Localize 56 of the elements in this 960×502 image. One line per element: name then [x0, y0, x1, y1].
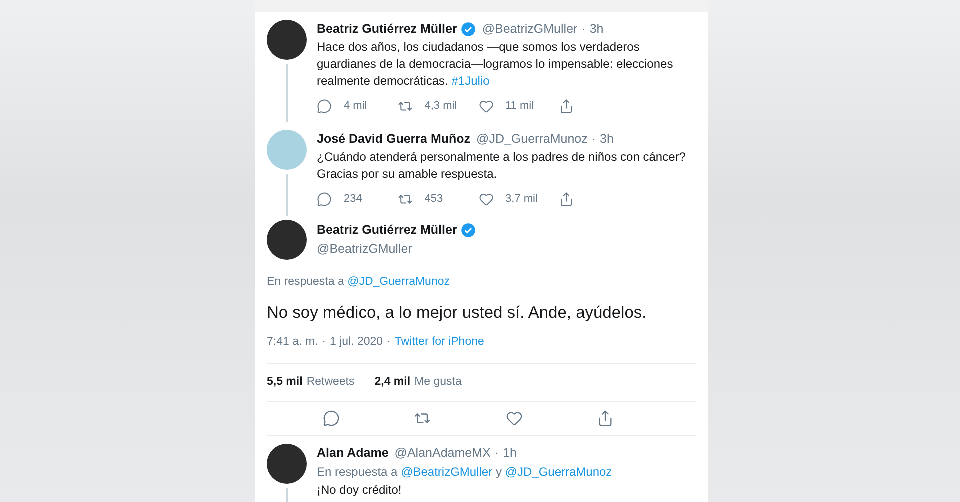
tweet-text: Hace dos años, los ciudadanos —que somos los verdaderos guardianes de la democracia—logramos lo impensable: elecciones realmente democráticas. #1Julio	[317, 38, 674, 90]
action-count: 453	[424, 192, 444, 207]
reply-context: En respuesta a @JD_GuerraMunoz	[267, 274, 451, 290]
separator: ·	[494, 445, 500, 462]
separator: ·	[582, 21, 586, 38]
speech-bubble-icon[interactable]	[317, 192, 332, 207]
avatar-placeholder[interactable]	[267, 220, 307, 260]
tweet-date: 1 jul. 2020	[330, 334, 384, 350]
tweet-time[interactable]: 3h	[590, 20, 604, 39]
tweet-time: 7:41 a. m.	[267, 334, 318, 350]
heart-icon[interactable]	[478, 192, 494, 207]
thread-line	[286, 174, 288, 216]
separator: ·	[592, 131, 596, 148]
verified-badge-icon	[461, 22, 476, 37]
avatar-placeholder[interactable]	[267, 20, 307, 60]
mention-link[interactable]: @JD_GuerraMunoz	[348, 276, 450, 288]
thread-line	[286, 64, 288, 122]
hashtag-link[interactable]: #1Julio	[452, 74, 490, 88]
stat-label[interactable]: Me gusta	[414, 374, 462, 391]
source-link[interactable]: Twitter for iPhone	[394, 334, 484, 351]
stat-label[interactable]: Retweets	[306, 374, 355, 391]
share-icon[interactable]	[559, 192, 574, 207]
action-count: 4,3 mil	[424, 98, 458, 114]
author-handle[interactable]: @BeatrizGMuller	[317, 240, 476, 258]
mention-link[interactable]: @JD_GuerraMunoz	[505, 464, 612, 479]
separator: ·	[387, 334, 391, 350]
thread-line	[286, 488, 288, 502]
tweet-time[interactable]: 1h	[503, 444, 517, 463]
action-count: 3,7 mil	[506, 192, 538, 207]
stat-count[interactable]: 2,4 mil	[374, 374, 411, 391]
action-count: 4 mil	[344, 98, 368, 114]
tweet-text: ¿Cuándo atenderá personalmente a los padres de niños con cáncer? Gracias por su amable respuesta.	[317, 149, 687, 183]
share-icon[interactable]	[596, 410, 614, 427]
action-count: 234	[344, 192, 362, 207]
author-handle[interactable]: @AlanAdameMX	[394, 444, 491, 463]
tweet-time[interactable]: 3h	[600, 130, 614, 149]
verified-badge-icon	[461, 222, 476, 238]
author-name[interactable]: Beatriz Gutiérrez Müller	[317, 220, 458, 240]
speech-bubble-icon[interactable]	[323, 410, 340, 427]
separator: ·	[322, 334, 326, 350]
author-handle[interactable]: @JD_GuerraMunoz	[476, 130, 588, 149]
avatar-placeholder[interactable]	[267, 444, 307, 484]
mention-link[interactable]: @BeatrizGMuller	[401, 464, 493, 479]
tweet-text: ¡No doy crédito!	[317, 482, 403, 499]
author-name[interactable]: Beatriz Gutiérrez Müller	[317, 20, 458, 39]
speech-bubble-icon[interactable]	[317, 98, 332, 114]
reply-context: En respuesta a @BeatrizGMuller y @JD_GuerraMunoz	[317, 464, 614, 481]
heart-icon[interactable]	[478, 98, 494, 114]
author-name[interactable]: Alan Adame	[317, 444, 389, 463]
author-handle[interactable]: @BeatrizGMuller	[482, 20, 578, 39]
action-count: 11 mil	[506, 98, 534, 114]
share-icon[interactable]	[559, 98, 574, 114]
author-name[interactable]: José David Guerra Muñoz	[317, 130, 471, 149]
tweet-text: No soy médico, a lo mejor usted sí. Ande, ayúdelos.	[267, 302, 648, 324]
heart-icon[interactable]	[506, 410, 522, 427]
stat-count[interactable]: 5,5 mil	[267, 374, 303, 391]
